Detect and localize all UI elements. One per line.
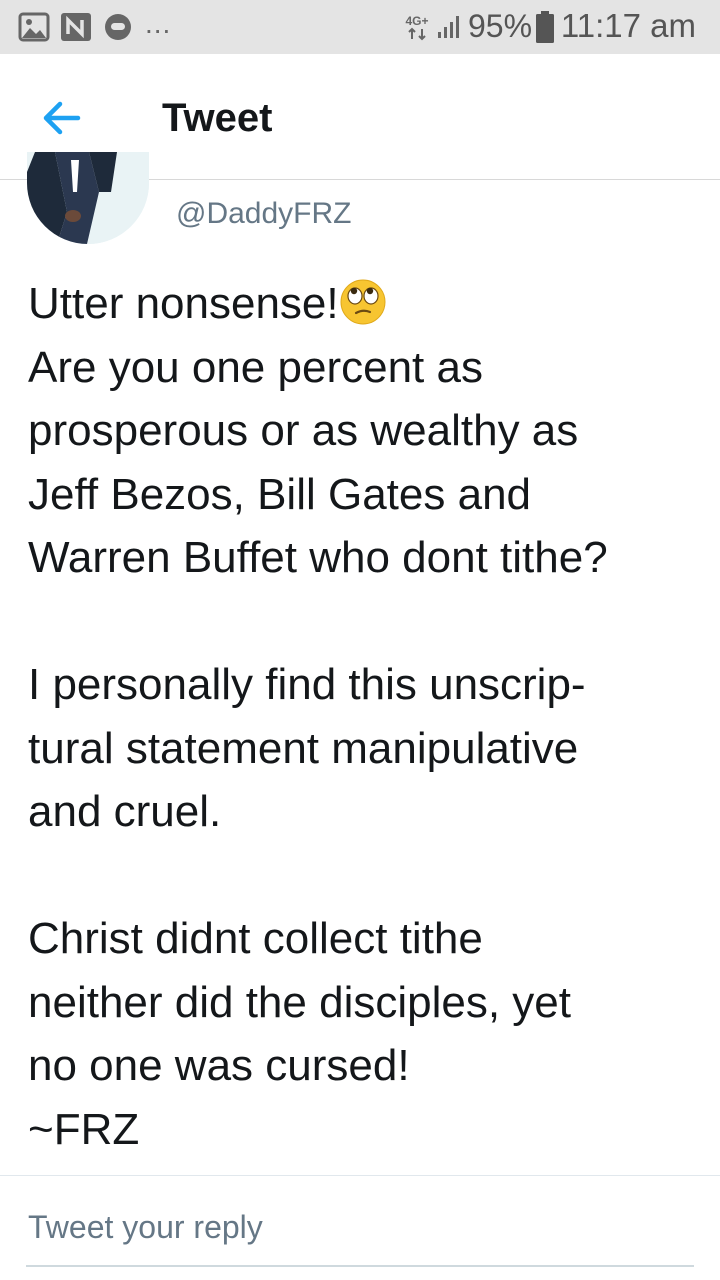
status-bar: ... 4G+ 95% 11:17 am (0, 0, 720, 54)
network-label: 4G+ (405, 14, 428, 28)
overflow-dots: ... (145, 8, 172, 39)
tweet-line: Utter nonsense! (28, 272, 698, 336)
tweet-line-text: Utter nonsense! (28, 279, 339, 328)
tweet-line: no one was cursed! (28, 1041, 410, 1090)
status-right: 4G+ 95% 11:17 am (390, 0, 720, 54)
battery-icon (536, 11, 554, 43)
reply-underline (26, 1265, 694, 1267)
tweet-line: ~FRZ (28, 1104, 140, 1154)
clock: 11:17 am (560, 7, 696, 44)
avatar[interactable] (27, 152, 149, 244)
battery-percent: 95% (468, 8, 533, 44)
rolling-eyes-emoji-icon (340, 279, 386, 325)
tweet-line: Jeff Bezos, Bill Gates and (28, 469, 532, 519)
avatar-image (27, 152, 149, 244)
page-title: Tweet (162, 96, 273, 140)
nfc-icon (61, 13, 91, 41)
tweet-line: prosperous or as wealthy as (28, 406, 579, 455)
tweet-line: Warren Buffet who dont tithe? (28, 533, 608, 582)
arrow-left-icon[interactable] (38, 94, 86, 142)
tweet-line: Are you one percent as (28, 342, 483, 392)
reply-divider (0, 1175, 720, 1176)
tweet-line: neither did the disciples, yet (28, 977, 571, 1027)
tweet-line: I personally find this unscrip- (28, 660, 586, 709)
tweet-line: tural statement manipulative (28, 723, 579, 773)
user-handle[interactable]: @DaddyFRZ (176, 196, 352, 232)
reply-input[interactable]: Tweet your reply (28, 1207, 263, 1247)
network-type-icon: 4G+ (405, 14, 429, 41)
tweet-line: Christ didnt collect tithe (28, 914, 483, 963)
tweet-text: Utter nonsense! Are you one percent as p… (28, 272, 698, 1161)
signal-icon (438, 16, 459, 38)
chat-icon (105, 14, 131, 40)
image-icon (18, 12, 50, 42)
tweet-line: and cruel. (28, 787, 222, 836)
